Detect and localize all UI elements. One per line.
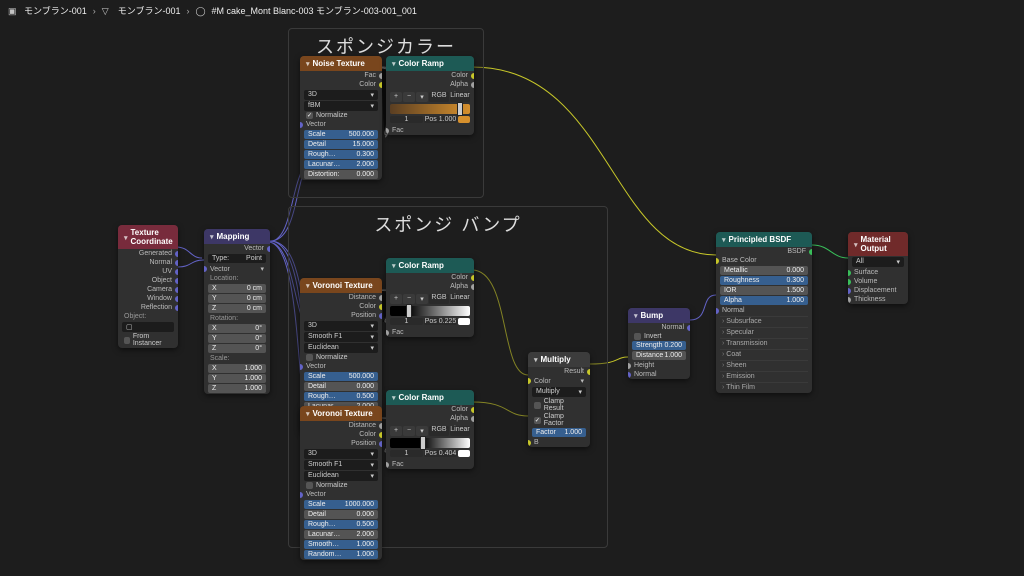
node-header[interactable]: Mapping (204, 229, 270, 244)
object-picker[interactable]: ▢ (122, 322, 174, 332)
node-header[interactable]: Color Ramp (386, 390, 474, 405)
loc-z[interactable]: Z0 cm (208, 304, 266, 313)
node-header[interactable]: Voronoi Texture (300, 406, 382, 421)
node-header[interactable]: Texture Coordinate (118, 225, 178, 249)
loc-y[interactable]: Y0 cm (208, 294, 266, 303)
acc-thinfilm[interactable]: Thin Film (720, 382, 808, 392)
scale-x[interactable]: X1.000 (208, 364, 266, 373)
node-bump[interactable]: Bump Normal Invert Strength0.200 Distanc… (628, 308, 690, 379)
node-voronoi-2[interactable]: Voronoi Texture Distance Color Position … (300, 406, 382, 560)
mapping-type-select[interactable]: Type:Point (208, 254, 266, 263)
frame-title: スポンジ バンプ (289, 207, 607, 243)
node-header[interactable]: Principled BSDF (716, 232, 812, 247)
node-header[interactable]: Material Output (848, 232, 908, 256)
node-header[interactable]: Voronoi Texture (300, 278, 382, 293)
node-header[interactable]: Bump (628, 308, 690, 323)
acc-subsurface[interactable]: Subsurface (720, 316, 808, 326)
node-multiply[interactable]: Multiply Result Color▾ Multiply▾ Clamp R… (528, 352, 590, 447)
acc-transmission[interactable]: Transmission (720, 338, 808, 348)
noise-lac[interactable]: Lacunar…2.000 (304, 160, 378, 169)
ramp-toolbar[interactable]: +−▾ RGBLinear (390, 92, 470, 102)
node-header[interactable]: Noise Texture (300, 56, 382, 71)
from-instancer-checkbox[interactable]: From Instancer (124, 333, 172, 347)
rot-z[interactable]: Z0° (208, 344, 266, 353)
node-canvas[interactable]: スポンジカラー スポンジ バンプ Texture Coordinate Gene… (0, 0, 1024, 576)
node-principled-bsdf[interactable]: Principled BSDF BSDF Base Color Metallic… (716, 232, 812, 393)
acc-coat[interactable]: Coat (720, 349, 808, 359)
node-color-ramp-3[interactable]: Color Ramp Color Alpha +−▾RGBLinear 1Pos… (386, 390, 474, 469)
node-material-output[interactable]: Material Output All▾ Surface Volume Disp… (848, 232, 908, 304)
scale-z[interactable]: Z1.000 (208, 384, 266, 393)
ramp-gradient[interactable] (390, 104, 470, 114)
node-header[interactable]: Multiply (528, 352, 590, 367)
node-mapping[interactable]: Mapping Vector Type:Point Vector▾ Locati… (204, 229, 270, 394)
acc-specular[interactable]: Specular (720, 327, 808, 337)
scale-y[interactable]: Y1.000 (208, 374, 266, 383)
node-header[interactable]: Color Ramp (386, 258, 474, 273)
acc-emission[interactable]: Emission (720, 371, 808, 381)
noise-dist[interactable]: Distortion:0.000 (304, 170, 378, 179)
noise-type[interactable]: fBM▾ (304, 101, 378, 111)
loc-x[interactable]: X0 cm (208, 284, 266, 293)
node-noise-texture[interactable]: Noise Texture Fac Color 3D▾ fBM▾ Normali… (300, 56, 382, 180)
rot-y[interactable]: Y0° (208, 334, 266, 343)
noise-scale[interactable]: Scale500.000 (304, 130, 378, 139)
noise-rough[interactable]: Rough…0.300 (304, 150, 378, 159)
node-header[interactable]: Color Ramp (386, 56, 474, 71)
acc-sheen[interactable]: Sheen (720, 360, 808, 370)
rot-x[interactable]: X0° (208, 324, 266, 333)
noise-detail[interactable]: Detail15.000 (304, 140, 378, 149)
out-target[interactable]: All▾ (852, 257, 904, 267)
node-color-ramp-2[interactable]: Color Ramp Color Alpha +−▾RGBLinear 1Pos… (386, 258, 474, 337)
noise-dim[interactable]: 3D▾ (304, 90, 378, 100)
noise-normalize[interactable]: Normalize (306, 112, 376, 119)
node-color-ramp-1[interactable]: Color Ramp Color Alpha +−▾ RGBLinear 1Po… (386, 56, 474, 135)
node-texture-coordinate[interactable]: Texture Coordinate Generated Normal UV O… (118, 225, 178, 348)
